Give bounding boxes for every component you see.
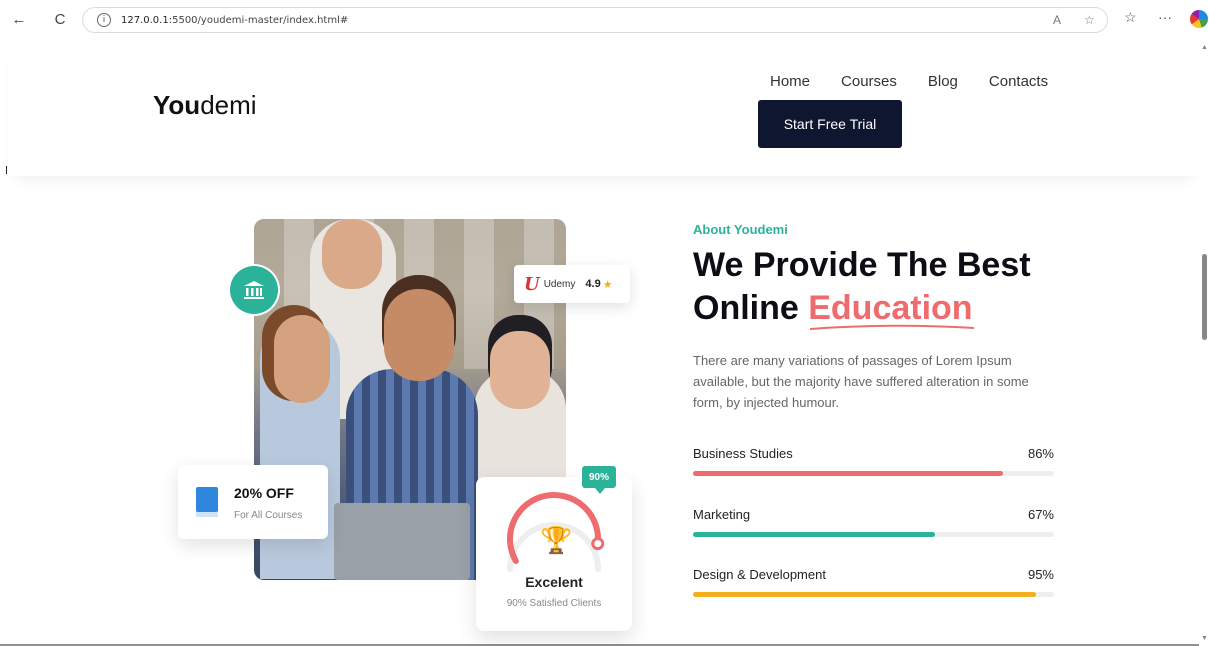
scroll-down-arrow-icon[interactable]: ▼ — [1201, 635, 1208, 642]
skill-label: Design & Development — [693, 567, 826, 582]
skill-fill — [693, 471, 1004, 476]
skill-bar: Design & Development 95% — [693, 567, 1054, 597]
section-description: There are many variations of passages of… — [693, 353, 1029, 410]
udemy-name: Udemy — [543, 278, 576, 290]
url-text[interactable]: 127.0.0.1:5500/youdemi-master/index.html… — [121, 15, 348, 26]
back-icon[interactable]: ← — [8, 8, 30, 30]
start-free-trial-button[interactable]: Start Free Trial — [758, 100, 902, 148]
skill-percent: 86% — [1027, 446, 1054, 461]
satisfaction-subtitle: 90% Satisfied Clients — [506, 598, 602, 609]
photo-person — [384, 289, 454, 381]
info-icon[interactable]: i — [97, 13, 111, 27]
satisfaction-card: 🏆 Excelent 90% Satisfied Clients — [476, 477, 632, 631]
logo-bold: You — [153, 90, 201, 120]
headline-accent: Education — [808, 289, 975, 330]
udemy-rating: 4.9 — [585, 278, 601, 290]
nav-contacts[interactable]: Contacts — [989, 73, 1048, 90]
nav-home[interactable]: Home — [770, 73, 810, 90]
headline-accent-text: Education — [808, 289, 973, 327]
skill-track — [693, 471, 1054, 476]
site-header: Youdemi Home Courses Blog Contacts Start… — [8, 40, 1199, 176]
nav-courses[interactable]: Courses — [841, 73, 897, 90]
skill-bar: Business Studies 86% — [693, 446, 1054, 476]
main-nav: Home Courses Blog Contacts — [770, 73, 1048, 90]
photo-laptop — [334, 503, 470, 580]
photo-person — [490, 331, 550, 409]
logo-rest: demi — [200, 90, 257, 120]
favorite-star-icon[interactable]: ☆ — [1084, 13, 1095, 27]
skill-track — [693, 592, 1054, 597]
skill-label: Business Studies — [693, 446, 793, 461]
headline-line-2: Online Education — [693, 287, 1093, 330]
section-headline: We Provide The Best Online Education — [693, 244, 1093, 330]
url-host: 127.0.0.1 — [121, 14, 169, 26]
university-icon — [230, 266, 278, 314]
udemy-logo-icon: U — [524, 273, 540, 295]
browser-toolbar: ← C i 127.0.0.1:5500/youdemi-master/inde… — [0, 0, 1209, 40]
scroll-up-arrow-icon[interactable]: ▲ — [1201, 44, 1208, 51]
url-path: :5500/youdemi-master/index.html# — [168, 14, 349, 26]
favorites-icon[interactable]: ☆ — [1124, 9, 1137, 26]
read-aloud-icon[interactable]: A — [1053, 13, 1061, 27]
book-icon — [196, 487, 218, 517]
headline-underline-icon — [810, 324, 975, 330]
skill-percent: 95% — [1027, 567, 1054, 582]
satisfaction-title: Excelent — [525, 574, 583, 590]
site-logo[interactable]: Youdemi — [153, 90, 257, 121]
discount-title: 20% OFF — [234, 485, 294, 501]
headline-plain: Online — [693, 289, 809, 327]
more-menu-icon[interactable]: ··· — [1158, 9, 1172, 25]
refresh-icon[interactable]: C — [49, 8, 71, 30]
star-icon: ★ — [602, 278, 613, 291]
photo-person — [322, 219, 382, 289]
skill-percent: 67% — [1027, 507, 1054, 522]
section-eyebrow: About Youdemi — [693, 222, 788, 237]
discount-subtitle: For All Courses — [234, 510, 303, 521]
page-scrollbar[interactable]: ▲ ▼ — [1199, 40, 1209, 646]
satisfaction-percent-badge: 90% — [582, 466, 616, 494]
bank-building-icon — [244, 281, 264, 299]
copilot-icon[interactable] — [1190, 10, 1208, 28]
nav-blog[interactable]: Blog — [928, 73, 958, 90]
photo-person — [274, 315, 330, 403]
scroll-thumb[interactable] — [1202, 254, 1207, 340]
headline-line-1: We Provide The Best — [693, 246, 1031, 284]
udemy-rating-card: U Udemy 4.9 ★ — [514, 265, 630, 303]
address-bar[interactable]: i 127.0.0.1:5500/youdemi-master/index.ht… — [82, 7, 1108, 33]
skill-fill — [693, 532, 935, 537]
skill-label: Marketing — [693, 507, 751, 522]
trophy-icon: 🏆 — [540, 525, 573, 555]
skill-fill — [693, 592, 1036, 597]
discount-card: 20% OFF For All Courses — [178, 465, 328, 539]
text-cursor — [6, 166, 7, 174]
gauge-knob — [591, 537, 605, 551]
skill-track — [693, 532, 1054, 537]
skill-bar: Marketing 67% — [693, 507, 1054, 537]
